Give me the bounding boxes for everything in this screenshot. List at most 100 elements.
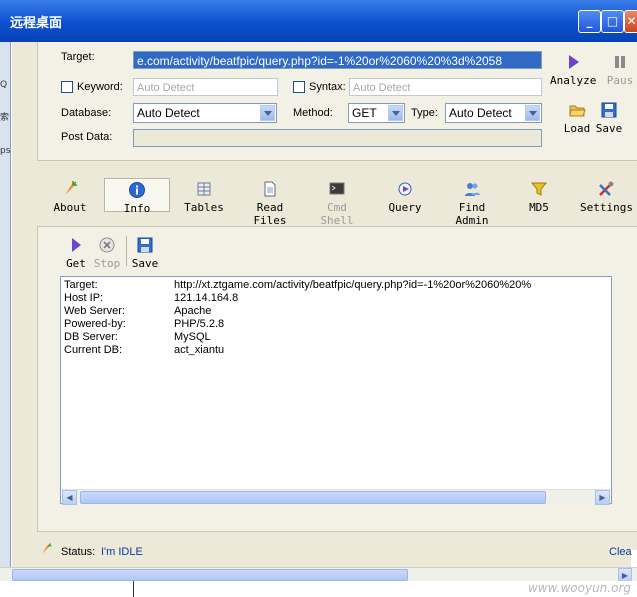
keyword-label: Keyword: bbox=[77, 81, 123, 93]
info-row: Target: http://xt.ztgame.com/activity/bea… bbox=[64, 279, 532, 291]
toolbar-divider bbox=[126, 236, 127, 266]
tab-query[interactable]: Query bbox=[385, 180, 425, 214]
tab-find-admin[interactable]: Find Admin bbox=[439, 180, 505, 227]
tab-info-label: Info bbox=[123, 202, 151, 215]
info-row: Powered-by: PHP/5.2.8 bbox=[64, 318, 225, 330]
tab-read-files-label: Read Files bbox=[253, 201, 287, 227]
watermark-text: www.wooyun.org bbox=[527, 581, 631, 595]
users-icon bbox=[465, 183, 480, 196]
scroll-right-button[interactable]: ▶ bbox=[595, 490, 610, 505]
tab-tables[interactable]: Tables bbox=[183, 180, 225, 214]
get-button[interactable]: Get bbox=[64, 236, 88, 270]
background-window-edge: Q 索 ps bbox=[0, 42, 11, 590]
type-select[interactable]: Auto Detect bbox=[445, 103, 542, 123]
save-config-label: Save bbox=[595, 122, 623, 135]
postdata-label: Post Data: bbox=[61, 131, 113, 143]
close-button[interactable]: ✕ bbox=[624, 10, 637, 33]
tab-tables-label: Tables bbox=[184, 201, 224, 214]
status-label: Status: bbox=[61, 546, 96, 558]
database-select-value: Auto Detect bbox=[137, 106, 200, 120]
edge-glyph: ps bbox=[0, 146, 11, 156]
method-select-value: GET bbox=[352, 106, 377, 120]
save-result-button[interactable]: Save bbox=[130, 236, 160, 270]
pause-label: Paus bbox=[606, 74, 634, 87]
stop-button[interactable]: Stop bbox=[93, 236, 121, 270]
tab-find-admin-label: Find Admin bbox=[455, 201, 489, 227]
minimize-button[interactable]: _ bbox=[578, 10, 601, 33]
outer-scroll-right-button[interactable]: ▶ bbox=[618, 568, 632, 582]
tab-settings-label: Settings bbox=[580, 201, 633, 214]
info-row: Web Server: Apache bbox=[64, 305, 212, 317]
info-row: Current DB: act_xiantu bbox=[64, 344, 225, 356]
tab-read-files[interactable]: Read Files bbox=[238, 180, 302, 227]
method-select[interactable]: GET bbox=[348, 103, 405, 123]
type-label: Type: bbox=[411, 107, 438, 119]
save-config-button[interactable]: Save bbox=[594, 101, 624, 135]
syntax-checkbox[interactable] bbox=[293, 81, 305, 93]
method-label: Method: bbox=[293, 107, 333, 119]
status-value: I'm IDLE bbox=[101, 546, 143, 558]
tools-icon bbox=[599, 181, 614, 196]
scroll-left-button[interactable]: ◀ bbox=[62, 490, 77, 505]
query-icon bbox=[398, 182, 412, 196]
tab-settings[interactable]: Settings bbox=[580, 180, 633, 214]
maximize-button[interactable]: □ bbox=[601, 10, 624, 33]
document-icon bbox=[264, 181, 276, 197]
result-horizontal-scrollbar[interactable]: ◀ ▶ bbox=[62, 489, 610, 505]
info-icon bbox=[129, 182, 145, 198]
database-select[interactable]: Auto Detect bbox=[133, 103, 277, 123]
outer-horizontal-scrollbar[interactable]: ▶ bbox=[0, 567, 637, 582]
chevron-down-icon[interactable] bbox=[260, 105, 275, 121]
info-result-box[interactable]: Target: http://xt.ztgame.com/activity/bea… bbox=[60, 276, 612, 504]
carrot-icon bbox=[65, 181, 77, 195]
scroll-thumb[interactable] bbox=[80, 491, 546, 504]
chevron-down-icon[interactable] bbox=[525, 105, 540, 121]
carrot-icon bbox=[42, 543, 52, 554]
table-icon bbox=[197, 182, 211, 196]
window-titlebar[interactable]: 远程桌面 _ □ ✕ bbox=[0, 0, 637, 42]
floppy-icon bbox=[137, 237, 153, 253]
window-title: 远程桌面 bbox=[10, 16, 63, 31]
tab-cmd-shell[interactable]: Cmd Shell bbox=[309, 180, 365, 227]
save-result-label: Save bbox=[131, 257, 159, 270]
get-label: Get bbox=[66, 257, 86, 270]
target-input[interactable]: e.com/activity/beatfpic/query.php?id=-1%… bbox=[133, 51, 542, 69]
syntax-label: Syntax: bbox=[309, 81, 346, 93]
divider-line bbox=[133, 581, 134, 597]
target-label: Target: bbox=[61, 51, 95, 63]
analyze-button[interactable]: Analyze bbox=[550, 53, 596, 87]
floppy-icon bbox=[601, 102, 617, 118]
load-button[interactable]: Load bbox=[562, 101, 592, 135]
chevron-down-icon[interactable] bbox=[388, 105, 403, 121]
pause-button[interactable]: Paus bbox=[603, 53, 637, 87]
tab-query-label: Query bbox=[388, 201, 422, 214]
status-bar: Status: I'm IDLE Clea bbox=[37, 538, 637, 566]
pause-icon bbox=[615, 56, 625, 68]
terminal-icon bbox=[329, 182, 345, 195]
keyword-input[interactable]: Auto Detect bbox=[133, 78, 278, 96]
tab-md5-label: MD5 bbox=[529, 201, 549, 214]
tab-md5[interactable]: MD5 bbox=[522, 180, 556, 214]
play-icon bbox=[72, 238, 81, 252]
clear-link[interactable]: Clea bbox=[609, 546, 632, 558]
outer-scroll-thumb[interactable] bbox=[12, 569, 408, 581]
play-icon bbox=[569, 55, 579, 69]
tab-info[interactable]: Info bbox=[104, 178, 170, 215]
info-row: Host IP: 121.14.164.8 bbox=[64, 292, 239, 304]
edge-glyph: 索 bbox=[0, 113, 10, 123]
tab-about[interactable]: About bbox=[50, 180, 90, 214]
type-select-value: Auto Detect bbox=[449, 106, 512, 120]
load-label: Load bbox=[563, 122, 591, 135]
syntax-input[interactable]: Auto Detect bbox=[349, 78, 542, 96]
tab-about-label: About bbox=[53, 201, 87, 214]
analyze-label: Analyze bbox=[550, 74, 597, 87]
database-label: Database: bbox=[61, 107, 112, 119]
tab-cmd-shell-label: Cmd Shell bbox=[320, 201, 354, 227]
keyword-checkbox[interactable] bbox=[61, 81, 73, 93]
info-row: DB Server: MySQL bbox=[64, 331, 211, 343]
edge-glyph: Q bbox=[0, 80, 8, 90]
postdata-input[interactable] bbox=[133, 129, 542, 147]
folder-icon bbox=[569, 105, 586, 117]
funnel-icon bbox=[530, 182, 548, 196]
stop-icon bbox=[99, 237, 115, 253]
